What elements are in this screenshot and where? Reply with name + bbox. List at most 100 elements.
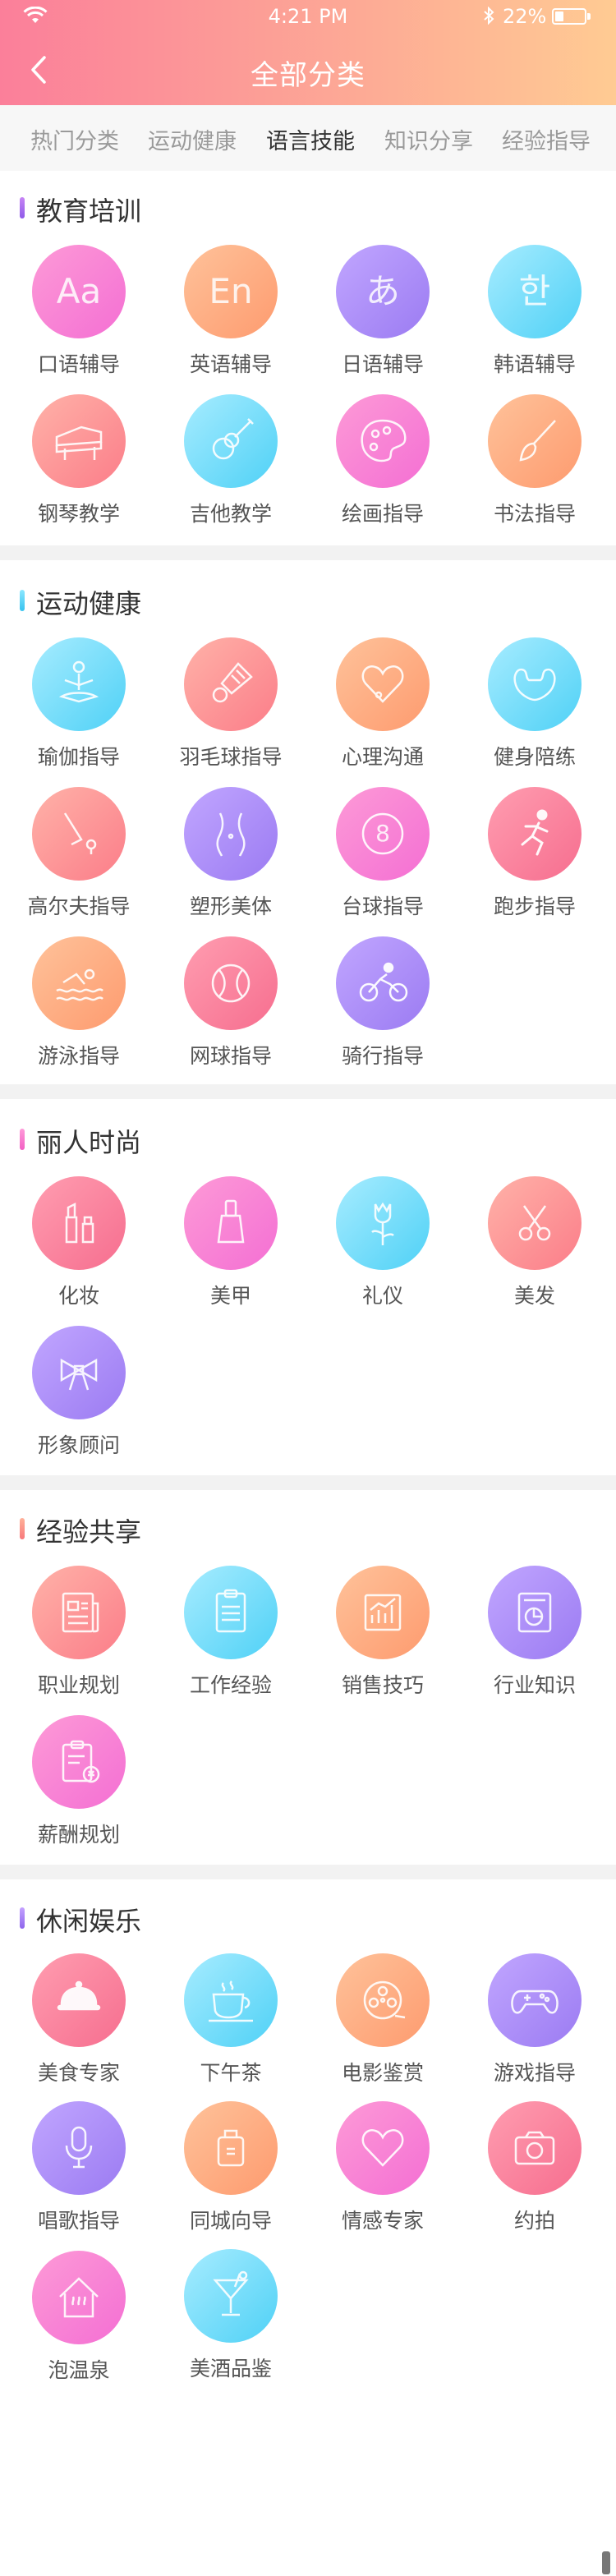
category-label: 跑步指导: [493, 895, 576, 918]
category-label: 电影鉴赏: [341, 2061, 424, 2085]
swimming-icon: [56, 968, 103, 1001]
category-item-afternoon-tea[interactable]: 下午茶: [169, 1953, 292, 2093]
category-item-food[interactable]: 美食专家: [17, 1953, 140, 2093]
category-label: 游泳指导: [37, 1044, 120, 1068]
yoga-icon: [58, 660, 99, 703]
clipboard-icon: [215, 1589, 246, 1633]
makeup-icon: [65, 1202, 94, 1244]
guitar-icon: [212, 418, 254, 460]
category-item-work-experience[interactable]: 工作经验: [169, 1566, 292, 1705]
category-label: 形象顾问: [37, 1433, 120, 1457]
category-label: 泡温泉: [48, 2358, 110, 2382]
tab-language[interactable]: 语言技能: [249, 123, 372, 155]
category-label: 游戏指导: [493, 2061, 576, 2085]
category-item-city-guide[interactable]: 同城向导: [169, 2101, 292, 2241]
category-item-salary[interactable]: 薪酬规划: [17, 1715, 140, 1855]
category-label: 英语辅导: [189, 352, 272, 376]
category-label: 工作经验: [189, 1673, 272, 1697]
tab-knowledge[interactable]: 知识分享: [367, 123, 490, 155]
category-item-games[interactable]: 游戏指导: [473, 1953, 596, 2093]
scrollbar[interactable]: [602, 2551, 610, 2574]
category-item-hot-spring[interactable]: 泡温泉: [17, 2251, 140, 2390]
category-label: 吉他教学: [189, 502, 272, 526]
category-item-english[interactable]: En 英语辅导: [169, 245, 292, 384]
category-item-industry[interactable]: 行业知识: [473, 1566, 596, 1705]
category-label: 约拍: [513, 2209, 555, 2233]
category-item-etiquette[interactable]: 礼仪: [321, 1176, 444, 1316]
section-marker: [20, 1518, 25, 1539]
category-item-movie[interactable]: 电影鉴赏: [321, 1953, 444, 2093]
category-label: 薪酬规划: [37, 1823, 120, 1847]
category-item-nails[interactable]: 美甲: [169, 1176, 292, 1316]
category-label: 绘画指导: [341, 502, 424, 526]
billiard-ball-icon: 8: [375, 820, 390, 847]
cocktail-icon: [213, 2270, 249, 2316]
running-icon: [521, 809, 549, 856]
category-item-wine-tasting[interactable]: 美酒品鉴: [169, 2249, 292, 2389]
category-label: 下午茶: [200, 2061, 262, 2085]
category-item-oral[interactable]: Aa 口语辅导: [17, 245, 140, 384]
category-label: 化妆: [57, 1284, 99, 1308]
category-item-piano[interactable]: 钢琴教学: [17, 394, 140, 534]
category-item-makeup[interactable]: 化妆: [17, 1176, 140, 1316]
category-item-hairdressing[interactable]: 美发: [473, 1176, 596, 1316]
category-label: 骑行指导: [341, 1044, 424, 1068]
category-item-relationship[interactable]: 情感专家: [321, 2101, 444, 2241]
category-item-cycling[interactable]: 骑行指导: [321, 936, 444, 1076]
page-title: 全部分类: [251, 59, 365, 92]
category-label: 职业规划: [37, 1673, 120, 1697]
category-label: 健身陪练: [493, 745, 576, 769]
section-title-fashion: 丽人时尚: [36, 1127, 142, 1158]
category-item-badminton[interactable]: 羽毛球指导: [169, 637, 292, 777]
report-icon: [517, 1592, 552, 1633]
luggage-icon: [217, 2129, 245, 2167]
category-label: 日语辅导: [341, 352, 424, 376]
category-label: 网球指导: [189, 1044, 272, 1068]
category-item-japanese[interactable]: あ 日语辅导: [321, 245, 444, 384]
category-item-golf[interactable]: 高尔夫指导: [17, 787, 140, 927]
heart-icon: [361, 665, 404, 703]
text-aa-icon: Aa: [56, 271, 102, 311]
category-label: 美食专家: [37, 2061, 120, 2085]
category-item-billiards[interactable]: 8 台球指导: [321, 787, 444, 927]
category-item-shaping[interactable]: 塑形美体: [169, 787, 292, 927]
chart-icon: [364, 1594, 402, 1631]
tab-hot[interactable]: 热门分类: [13, 123, 136, 155]
nail-polish-icon: [217, 1199, 245, 1244]
section-marker: [20, 1129, 25, 1150]
category-item-psychology[interactable]: 心理沟通: [321, 637, 444, 777]
film-reel-icon: [363, 1980, 406, 2020]
category-label: 塑形美体: [189, 895, 272, 918]
status-bar: 4:21 PM 22%: [0, 0, 616, 33]
battery-percentage: 22%: [503, 5, 547, 28]
section-title-sports: 运动健康: [36, 588, 142, 619]
category-item-singing[interactable]: 唱歌指导: [17, 2101, 140, 2241]
tea-cup-icon: [209, 1980, 253, 2022]
tab-experience[interactable]: 经验指导: [485, 123, 608, 155]
section-divider: [0, 545, 616, 560]
category-item-korean[interactable]: 한 韩语辅导: [473, 245, 596, 384]
shuttlecock-icon: [212, 662, 253, 703]
category-item-photo[interactable]: 约拍: [473, 2101, 596, 2241]
category-tabs: 热门分类 运动健康 语言技能 知识分享 经验指导: [0, 105, 616, 171]
category-item-yoga[interactable]: 瑜伽指导: [17, 637, 140, 777]
category-item-career[interactable]: 职业规划: [17, 1566, 140, 1705]
category-item-running[interactable]: 跑步指导: [473, 787, 596, 927]
section-divider: [0, 1865, 616, 1879]
tab-sports[interactable]: 运动健康: [131, 123, 254, 155]
category-item-swimming[interactable]: 游泳指导: [17, 936, 140, 1076]
ball-icon: [211, 964, 251, 1003]
category-item-tennis[interactable]: 网球指导: [169, 936, 292, 1076]
section-divider: [0, 1475, 616, 1490]
category-item-guitar[interactable]: 吉他教学: [169, 394, 292, 534]
category-label: 美酒品鉴: [189, 2357, 272, 2380]
category-item-sales[interactable]: 销售技巧: [321, 1566, 444, 1705]
category-item-painting[interactable]: 绘画指导: [321, 394, 444, 534]
category-item-calligraphy[interactable]: 书法指导: [473, 394, 596, 534]
category-label: 行业知识: [493, 1673, 576, 1697]
category-item-fitness[interactable]: 健身陪练: [473, 637, 596, 777]
category-item-image-consultant[interactable]: 形象顾问: [17, 1326, 140, 1465]
category-label: 礼仪: [361, 1284, 403, 1308]
muscle-icon: [513, 668, 556, 702]
gamepad-icon: [511, 1990, 559, 2014]
